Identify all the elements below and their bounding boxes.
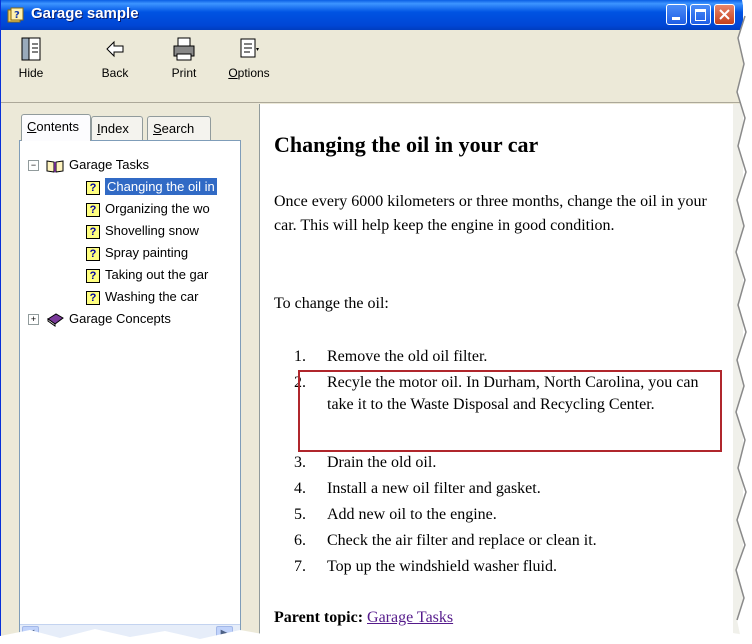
close-icon [719,9,730,20]
hide-button[interactable]: Hide [11,36,51,80]
open-book-icon [46,159,64,173]
page-title: Changing the oil in your car [274,132,539,157]
collapse-icon[interactable]: − [28,160,39,172]
contents-tree[interactable]: − Garage Tasks ? Changing the oil in ? Orga… [19,140,241,644]
vertical-scrollbar[interactable] [733,104,743,644]
horizontal-scrollbar[interactable]: ◀ ▶ [20,624,240,643]
title-bar[interactable]: ? Garage sample [1,0,743,30]
window-title: Garage sample [31,5,139,22]
help-topic-icon: ? [86,202,100,217]
scroll-left-button[interactable]: ◀ [22,626,39,641]
tab-contents[interactable]: Contents [21,114,91,141]
back-arrow-icon [106,40,124,58]
navigation-pane: Contents Index Search − Garage Tasks ? Cha… [19,114,241,644]
maximize-icon [695,9,706,21]
tree-item[interactable]: ? Spray painting [86,243,188,263]
options-icon [240,38,259,58]
tree-item[interactable]: ? Washing the car [86,287,198,307]
intro-paragraph: Once every 6000 kilometers or three mont… [274,193,707,234]
svg-text:?: ? [14,10,20,21]
tree-node-garage-concepts[interactable]: + Garage Concepts [28,309,171,329]
help-topic-icon: ? [86,246,100,261]
close-button[interactable] [714,4,735,25]
back-button[interactable]: Back [93,36,137,80]
scroll-right-button[interactable]: ▶ [216,626,233,641]
expand-icon[interactable]: + [28,314,39,326]
steps-lead: To change the oil: [274,295,389,312]
hide-label: Hide [18,66,44,80]
tree-item[interactable]: ? Organizing the wo [86,199,210,219]
minimize-icon [672,17,680,20]
options-button[interactable]: Options [219,36,279,80]
print-label: Print [171,66,197,80]
help-window: ? Garage sample Hide Back Print Options … [0,0,743,644]
tab-search[interactable]: Search [147,116,211,140]
maximize-button[interactable] [690,4,711,25]
parent-topic: Parent topic: Garage Tasks [274,609,454,626]
options-label: Options [228,66,270,80]
help-topic-icon: ? [86,290,100,305]
printer-icon [173,37,195,61]
highlight-box [298,370,722,452]
help-topic-icon: ? [86,224,100,239]
tab-index[interactable]: Index [91,116,143,140]
hide-pane-icon [21,37,41,61]
help-book-icon: ? [7,7,24,23]
help-topic-icon: ? [86,268,100,283]
tree-node-garage-tasks[interactable]: − Garage Tasks [28,155,149,175]
minimize-button[interactable] [666,4,687,25]
parent-topic-link[interactable]: Garage Tasks [367,609,453,626]
closed-book-icon [47,312,64,327]
tree-item[interactable]: ? Shovelling snow [86,221,199,241]
tree-item[interactable]: ? Taking out the gar [86,265,208,285]
help-topic-icon: ? [86,180,100,195]
print-button[interactable]: Print [164,36,204,80]
back-label: Back [101,66,129,80]
tree-item[interactable]: ? Changing the oil in [86,177,217,197]
toolbar: Hide Back Print Options [1,30,743,103]
